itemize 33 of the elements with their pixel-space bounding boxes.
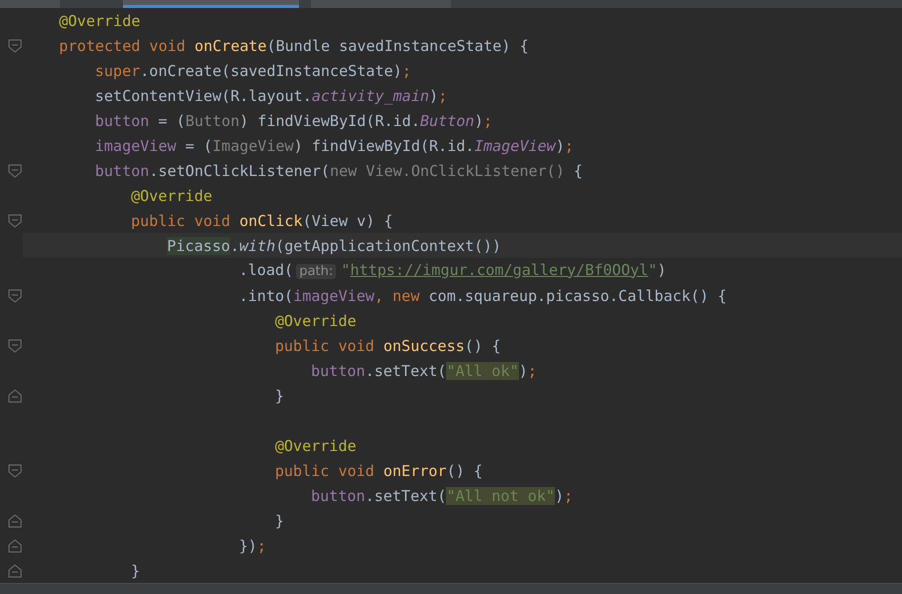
code-line: super.onCreate(savedInstanceState); [95,60,412,80]
code-line: @Override [275,310,356,330]
fold-marker-icon[interactable] [8,214,22,228]
code-line: button.setText("All ok"); [311,360,537,380]
code-line: public void onClick(View v) { [131,210,393,230]
code-line: } [275,386,284,406]
code-line: protected void onCreate(Bundle savedInstanceState) { [59,36,529,56]
fold-marker-icon[interactable] [8,464,22,478]
code-line: } [275,510,284,530]
editor-tab[interactable] [123,0,299,8]
code-line: } [131,560,140,580]
code-line: setContentView(R.layout.activity_main); [95,86,448,106]
code-line: imageView = (ImageView) findViewById(R.id.ImageView); [95,136,574,156]
code-line: @Override [275,436,356,456]
code-line: button.setOnClickListener(new View.OnClickListener() { [95,160,583,180]
code-line: public void onSuccess() { [275,336,501,356]
fold-marker-icon[interactable] [8,288,22,302]
fold-marker-icon[interactable] [8,338,22,352]
code-line: }); [239,536,266,556]
code-line: .into(imageView, new com.squareup.picasso.Callback() { [239,286,727,306]
fold-marker-icon[interactable] [8,514,22,528]
fold-marker-icon[interactable] [8,538,22,552]
fold-marker-icon[interactable] [8,388,22,402]
code-line: .load( path: "https://imgur.com/gallery/Bf0OOyl") [239,260,666,280]
code-line: @Override [59,10,140,30]
code-line: button.setText("All not ok"); [311,486,573,506]
fold-marker-icon[interactable] [8,164,22,178]
fold-marker-icon[interactable] [8,38,22,52]
fold-marker-icon[interactable] [8,564,22,578]
code-line: @Override [131,186,212,206]
code-line: Picasso.with(getApplicationContext()) [167,236,502,256]
code-line: button = (Button) findViewById(R.id.Button); [95,110,492,130]
code-line: public void onError() { [275,460,483,480]
